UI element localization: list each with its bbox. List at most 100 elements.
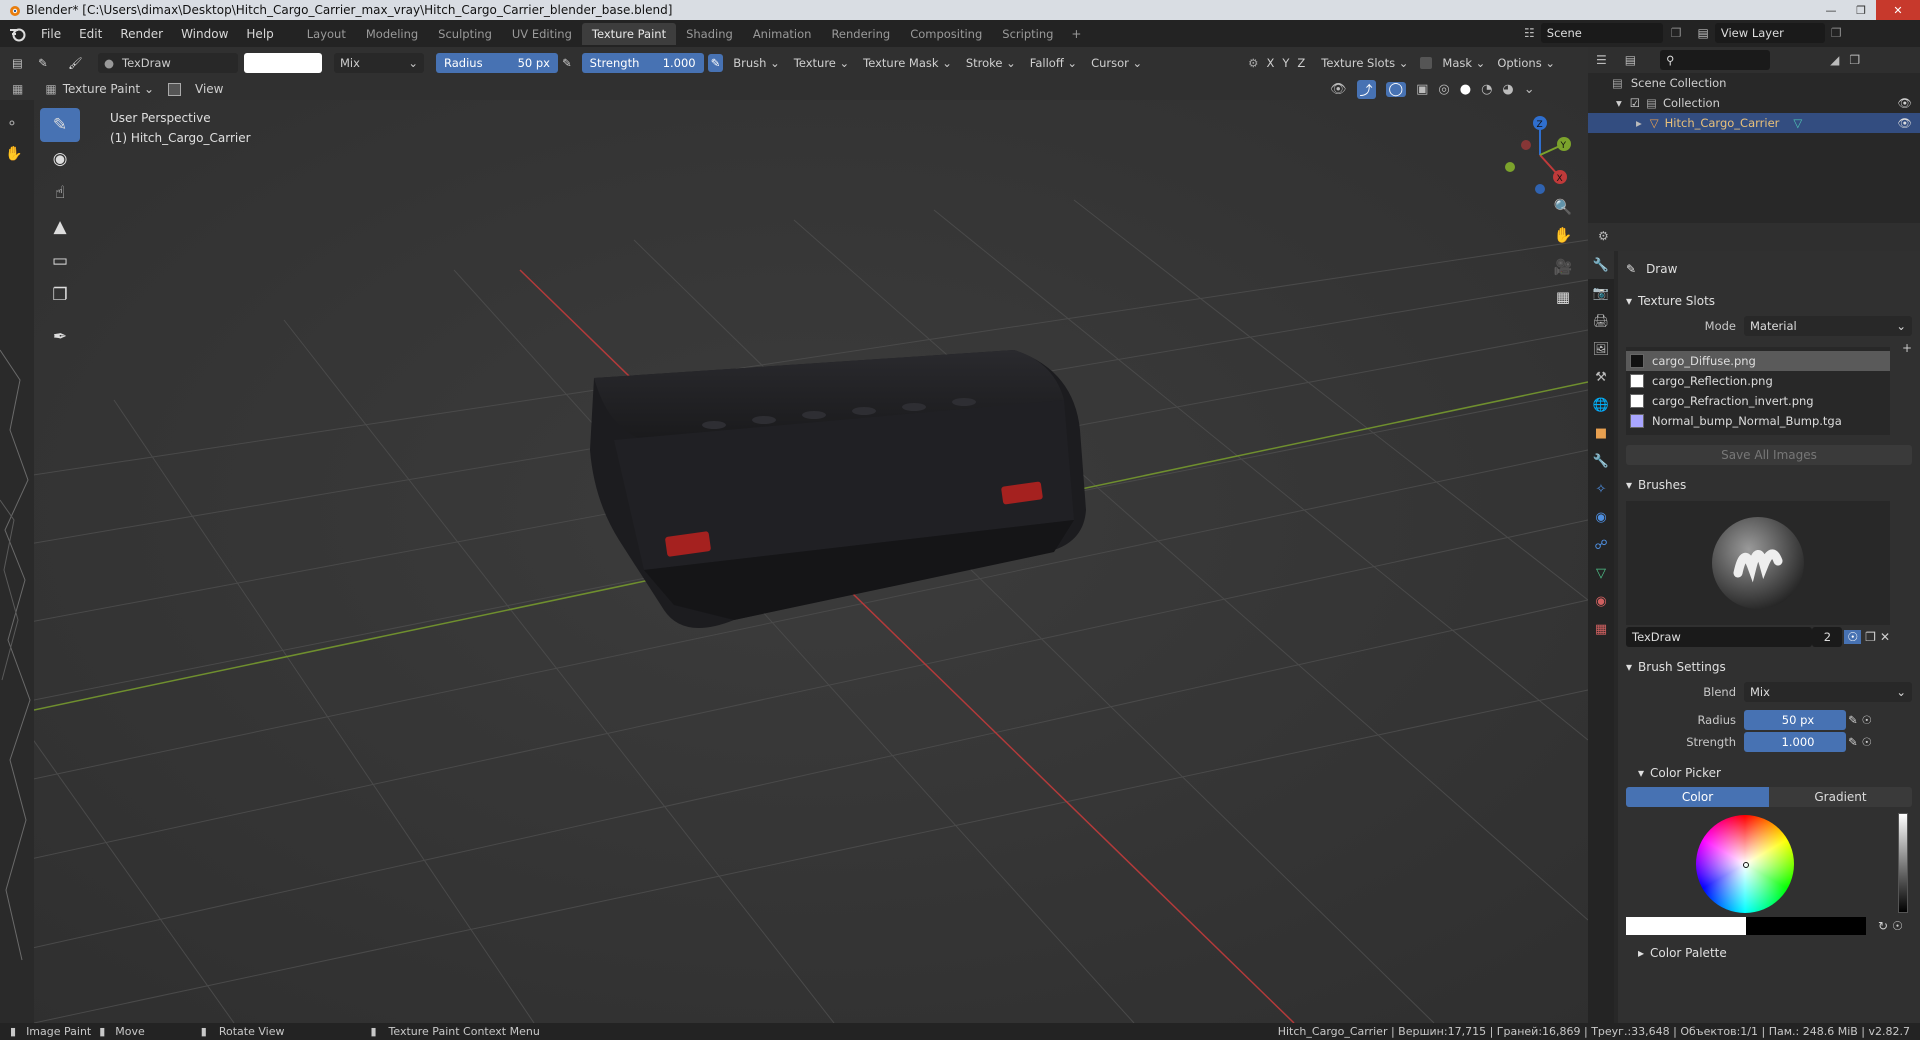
save-all-images-button[interactable]: Save All Images xyxy=(1626,445,1912,465)
mask-checkbox[interactable] xyxy=(1420,56,1433,69)
properties-editor-icon[interactable]: ⚙ xyxy=(1598,229,1609,243)
gizmo-icon[interactable]: ⤴ xyxy=(1356,80,1376,99)
hand-icon[interactable]: ✋ xyxy=(5,146,22,162)
blend-dropdown[interactable]: Mix ⌄ xyxy=(1744,682,1912,702)
pan-hand-icon[interactable]: ✋ xyxy=(1550,222,1576,248)
mask-mode-icon[interactable] xyxy=(168,82,181,96)
tab-uv-editing[interactable]: UV Editing xyxy=(502,23,582,45)
display-mode-icon[interactable]: ▤ xyxy=(1625,53,1636,67)
mode-dropdown[interactable]: Material ⌄ xyxy=(1744,316,1912,336)
scene-selector[interactable]: Scene xyxy=(1540,23,1663,43)
brush-settings-panel-header[interactable]: ▾ Brush Settings xyxy=(1618,653,1920,681)
menu-render[interactable]: Render xyxy=(111,27,172,41)
tab-scripting[interactable]: Scripting xyxy=(992,23,1063,45)
3d-viewport[interactable]: Z X Y xyxy=(34,100,1588,1023)
data-tab-icon[interactable]: ▽ xyxy=(1588,559,1614,587)
wireframe-shading-icon[interactable]: ◎ xyxy=(1438,82,1449,97)
primary-color-swatch[interactable] xyxy=(1626,917,1746,935)
editor-type-icon[interactable]: ▤ xyxy=(12,56,30,70)
tab-color[interactable]: Color xyxy=(1626,787,1769,807)
physics-tab-icon[interactable]: ◉ xyxy=(1588,503,1614,531)
expand-arrow-icon[interactable]: ▾ xyxy=(1616,96,1622,110)
tab-modeling[interactable]: Modeling xyxy=(356,23,428,45)
render-tab-icon[interactable]: 📷 xyxy=(1588,279,1614,307)
strength-pressure-icon[interactable]: ✎ xyxy=(1848,735,1858,749)
scene-icon[interactable]: ☷ xyxy=(1524,26,1535,40)
particles-tab-icon[interactable]: ✧ xyxy=(1588,475,1614,503)
brush-preview[interactable] xyxy=(1626,501,1890,625)
tool-tab-icon[interactable]: 🔧 xyxy=(1588,251,1614,279)
annotate-tool-button[interactable]: ✒ xyxy=(40,320,80,354)
texture-tab-icon[interactable]: ▦ xyxy=(1588,615,1614,643)
radius-unit-icon[interactable]: ☉ xyxy=(1862,713,1872,727)
radius-pressure-icon[interactable]: ✎ xyxy=(562,56,572,70)
texture-slots-menu[interactable]: Texture Slots ⌄ xyxy=(1321,56,1408,70)
color-palette-panel-header[interactable]: ▸ Color Palette xyxy=(1618,939,1920,967)
color-picker-panel-header[interactable]: ▾ Color Picker xyxy=(1618,759,1920,787)
outliner-search-input[interactable]: ⚲ xyxy=(1660,50,1771,70)
outliner-collection[interactable]: ▾ ☑ ▤ Collection 👁 xyxy=(1588,93,1920,113)
tab-shading[interactable]: Shading xyxy=(676,23,743,45)
tab-gradient[interactable]: Gradient xyxy=(1769,787,1912,807)
scene-new-icon[interactable]: ❐ xyxy=(1671,26,1682,40)
texture-slot-item[interactable]: cargo_Diffuse.png xyxy=(1626,351,1890,371)
secondary-color-swatch[interactable] xyxy=(1746,917,1866,935)
radius-pressure-icon[interactable]: ✎ xyxy=(1848,713,1858,727)
eye-icon[interactable]: 👁 xyxy=(1897,116,1912,130)
viewport-scene[interactable]: Z X Y xyxy=(34,100,1588,1023)
minimize-icon[interactable]: — xyxy=(1816,0,1846,20)
maximize-icon[interactable]: ❐ xyxy=(1846,0,1876,20)
blender-menu-icon[interactable] xyxy=(8,26,26,42)
menu-brush[interactable]: Brush ⌄ xyxy=(733,56,779,70)
world-tab-icon[interactable]: 🌐 xyxy=(1588,391,1614,419)
mask-menu[interactable]: Mask ⌄ xyxy=(1442,56,1485,70)
blend-dropdown[interactable]: Mix ⌄ xyxy=(334,52,424,73)
shading-options-icon[interactable]: ⌄ xyxy=(1524,82,1535,97)
modifier-tab-icon[interactable]: 🔧 xyxy=(1588,447,1614,475)
zoom-icon[interactable]: 🔍 xyxy=(1550,194,1576,220)
visibility-icon[interactable]: 👁 xyxy=(1330,82,1347,97)
menu-help[interactable]: Help xyxy=(237,27,282,41)
value-slider[interactable] xyxy=(1898,813,1908,913)
new-collection-icon[interactable]: ❐ xyxy=(1849,53,1860,67)
menu-stroke[interactable]: Stroke ⌄ xyxy=(966,56,1016,70)
add-workspace-icon[interactable]: + xyxy=(1063,23,1089,45)
menu-cursor[interactable]: Cursor ⌄ xyxy=(1091,56,1142,70)
unlink-icon[interactable]: ✕ xyxy=(1880,630,1890,644)
view-menu[interactable]: View xyxy=(195,82,223,96)
axis-y-toggle[interactable]: Y xyxy=(1282,56,1289,70)
menu-edit[interactable]: Edit xyxy=(70,27,111,41)
brush-name-field[interactable]: ● TexDraw xyxy=(98,52,238,73)
tab-rendering[interactable]: Rendering xyxy=(821,23,900,45)
soften-tool-button[interactable]: ◉ xyxy=(40,142,80,176)
mask-tool-button[interactable]: ❐ xyxy=(40,278,80,312)
view-layer-new-icon[interactable]: ❐ xyxy=(1831,26,1842,40)
color-swatch[interactable] xyxy=(244,52,322,73)
brush-name-field[interactable]: TexDraw xyxy=(1626,627,1813,647)
mesh-data-icon[interactable]: ▽ xyxy=(1793,116,1802,130)
close-icon[interactable]: ✕ xyxy=(1876,0,1920,20)
duplicate-icon[interactable]: ❐ xyxy=(1865,630,1876,644)
texture-slots-panel-header[interactable]: ▾ Texture Slots xyxy=(1618,287,1920,315)
add-slot-icon[interactable]: + xyxy=(1902,341,1912,355)
outliner-scene-collection[interactable]: ▤ Scene Collection xyxy=(1588,73,1920,93)
texture-slot-item[interactable]: cargo_Reflection.png xyxy=(1626,371,1890,391)
grid-icon[interactable]: ▦ xyxy=(12,82,23,96)
outliner-object-row[interactable]: ▸ ▽ Hitch_Cargo_Carrier ▽ 👁 xyxy=(1588,113,1920,133)
filter-icon[interactable]: ◢ xyxy=(1830,53,1839,67)
eye-icon[interactable]: 👁 xyxy=(1897,96,1912,110)
rendered-shading-icon[interactable]: ◕ xyxy=(1502,82,1513,97)
view-layer-tab-icon[interactable]: 🖼 xyxy=(1588,335,1614,363)
radius-slider[interactable]: Radius 50 px xyxy=(436,52,558,73)
ortho-grid-icon[interactable]: ▦ xyxy=(1550,284,1576,310)
swap-colors-icon[interactable]: ↻ xyxy=(1878,919,1888,933)
color-unit-icon[interactable]: ☉ xyxy=(1892,919,1903,933)
tab-animation[interactable]: Animation xyxy=(743,23,822,45)
overlay-icon[interactable]: ◯ xyxy=(1385,82,1407,97)
clone-tool-button[interactable]: ▲ xyxy=(40,210,80,244)
material-tab-icon[interactable]: ◉ xyxy=(1588,587,1614,615)
texture-slot-item[interactable]: Normal_bump_Normal_Bump.tga xyxy=(1626,411,1890,431)
radius-slider[interactable]: 50 px xyxy=(1744,710,1846,730)
outliner-editor-icon[interactable]: ☰ xyxy=(1596,53,1607,67)
brushes-panel-header[interactable]: ▾ Brushes xyxy=(1618,471,1920,499)
